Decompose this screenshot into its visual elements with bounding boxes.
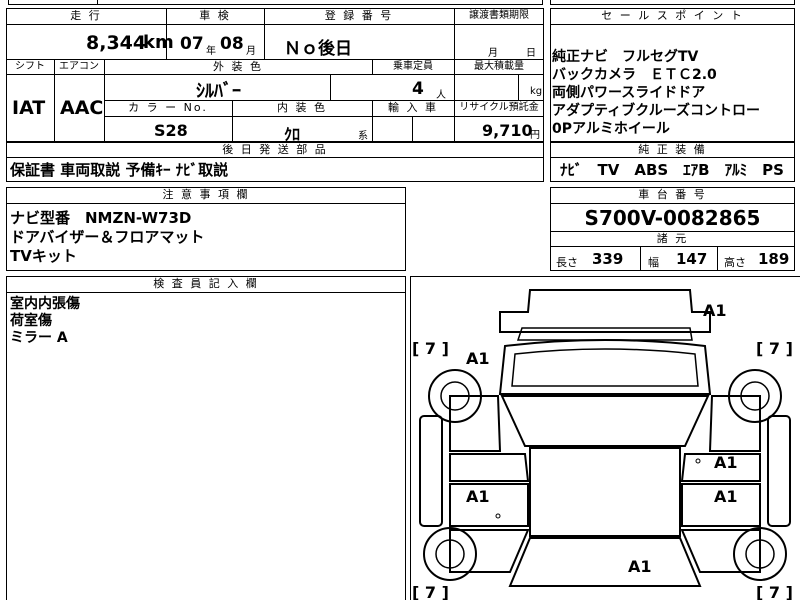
- tire-label-bottom-right: [ 7 ]: [756, 583, 793, 600]
- sales-point-1: 純正ナビ フルセグTV: [552, 49, 699, 65]
- inspection-month-unit: 月: [246, 46, 256, 57]
- capacity-unit: 人: [436, 90, 446, 101]
- color-no-value: S28: [154, 121, 188, 140]
- tire-label-bottom-left: [ 7 ]: [412, 583, 449, 600]
- transfer-day-unit: 日: [526, 48, 536, 59]
- color-no-header: カ ラ ー No.: [128, 101, 208, 114]
- damage-mark-bottom: A1: [628, 557, 652, 576]
- diagram-left-lower-panel: [449, 529, 530, 573]
- transfer-month-unit: 月: [488, 48, 498, 59]
- spec-width-value: 147: [676, 250, 708, 268]
- sales-point-3: 両側パワースライドドア: [552, 85, 706, 101]
- diagram-rear-glass: [511, 348, 699, 387]
- diagram-center-roof: [529, 447, 681, 537]
- notes-line-1: ナビ型番 NMZN-W73D: [10, 209, 192, 227]
- diagram-right-lower-panel: [680, 529, 761, 573]
- spec-height-value: 189: [758, 250, 790, 268]
- diagram-handle-right: [695, 458, 701, 464]
- sales-point-5: 0Pアルミホイール: [552, 121, 670, 137]
- vehicle-info-table: [6, 8, 544, 142]
- exterior-color-value: ｼﾙﾊﾞｰ: [196, 81, 241, 102]
- sales-point-2: バックカメラ ＥＴＣ2.0: [552, 67, 717, 83]
- chassis-header: 車 台 番 号: [638, 188, 707, 201]
- diagram-roof-inner: [516, 327, 693, 341]
- notes-line-3: TVキット: [10, 247, 77, 265]
- diagram-roof-outline: [499, 289, 711, 333]
- vehicle-damage-diagram: [ 7 ] [ 7 ] [ 7 ] [ 7 ] A1 A1 A1 A1 A1 A…: [412, 289, 793, 600]
- sales-points-header: セ ー ル ス ポ イ ン ト: [601, 9, 744, 22]
- later-parts-text: 保証書 車両取説 予備ｷｰ ﾅﾋﾞ取説: [10, 161, 229, 179]
- sales-point-4: アダプティブクルーズコントロー: [552, 103, 761, 119]
- inspector-notes-header: 検 査 員 記 入 欄: [153, 277, 259, 290]
- chassis-value: S700V-0082865: [584, 206, 761, 230]
- max-load-unit: kg: [530, 86, 543, 97]
- damage-mark-front-left: A1: [466, 349, 490, 368]
- top-strip-cell-2: [97, 0, 543, 5]
- aircon-value: AAC: [60, 97, 104, 119]
- top-strip-cell-3: [550, 0, 795, 5]
- diagram-hood: [508, 537, 702, 587]
- genuine-equipment-text: ﾅﾋﾞ TV ABS ｴｱB ｱﾙﾐ PS PW: [560, 161, 800, 179]
- damage-mark-right-door: A1: [714, 453, 738, 472]
- mileage-header: 走 行: [70, 9, 102, 22]
- shift-value: IAT: [12, 97, 46, 119]
- recycle-value: 9,710: [482, 121, 533, 140]
- mileage-unit: km: [143, 32, 174, 53]
- registration-header: 登 録 番 号: [324, 9, 394, 22]
- notes-line-2: ドアバイザー＆フロアマット: [10, 228, 205, 246]
- diagram-center-cabin: [500, 395, 710, 447]
- inspection-year-unit: 年: [206, 46, 216, 57]
- transfer-deadline-header: 譲渡書類期限: [469, 10, 529, 21]
- tire-label-top-right: [ 7 ]: [756, 339, 793, 358]
- inspector-line-2: 荷室傷: [10, 313, 52, 329]
- aircon-header: エアコン: [59, 61, 99, 72]
- tire-label-top-left: [ 7 ]: [412, 339, 449, 358]
- interior-color-suffix: 系: [358, 131, 368, 142]
- shift-header: シフト: [15, 61, 45, 72]
- notes-header: 注 意 事 項 欄: [162, 188, 250, 201]
- damage-mark-right-rear-door: A1: [714, 487, 738, 506]
- inspection-month: 08: [220, 34, 244, 54]
- diagram-left-side-strip: [419, 415, 443, 527]
- inspection-header: 車 検: [199, 9, 231, 22]
- top-strip-cell-1: [8, 0, 98, 5]
- capacity-value: 4: [412, 79, 424, 99]
- max-load-header: 最大積載量: [474, 61, 524, 72]
- inspection-year: 07: [180, 34, 204, 54]
- diagram-right-upper-panel: [708, 395, 761, 452]
- import-header: 輸 入 車: [388, 101, 438, 114]
- registration-value: Ｎｏ後日: [284, 39, 352, 59]
- genuine-equipment-header: 純 正 装 備: [638, 143, 707, 156]
- diagram-left-upper-panel: [449, 395, 502, 452]
- diagram-right-side-strip: [767, 415, 791, 527]
- inspector-line-1: 室内内張傷: [10, 296, 80, 312]
- damage-mark-left-rear-door: A1: [466, 487, 490, 506]
- interior-color-header: 内 装 色: [277, 101, 327, 114]
- damage-mark-roof: A1: [703, 301, 727, 320]
- recycle-fee-header: リサイクル預託金: [459, 102, 539, 113]
- inspector-notes-box: [6, 276, 406, 600]
- specs-header: 諸 元: [656, 232, 689, 245]
- recycle-unit: 円: [530, 130, 540, 141]
- spec-length-label: 長さ: [556, 256, 578, 269]
- spec-width-label: 幅: [648, 256, 659, 269]
- capacity-header: 乗車定員: [393, 61, 433, 72]
- inspector-line-3: ミラー A: [10, 330, 68, 346]
- diagram-left-front-door: [449, 453, 530, 482]
- spec-height-label: 高さ: [724, 256, 746, 269]
- exterior-color-header: 外 装 色: [213, 60, 263, 73]
- diagram-handle-left: [495, 513, 501, 519]
- spec-length-value: 339: [592, 250, 624, 268]
- mileage-value: 8,344: [86, 32, 147, 54]
- later-parts-header: 後 日 発 送 部 品: [222, 143, 328, 156]
